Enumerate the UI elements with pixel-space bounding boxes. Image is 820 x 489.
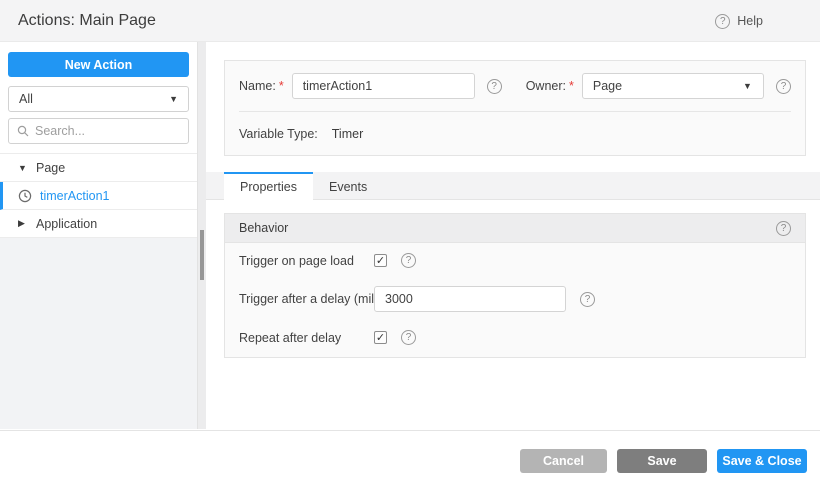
owner-label: Owner: (525, 79, 566, 93)
trigger-on-page-load-checkbox[interactable]: ✓ (374, 254, 387, 267)
owner-dropdown-value: Page (592, 79, 623, 93)
variable-type-row: Variable Type: Timer (239, 127, 791, 141)
tree-group-label: Application (36, 216, 98, 231)
save-button[interactable]: Save (617, 449, 707, 473)
actions-sidebar: New Action All ▼ ▼ Page timerAction1 ▶ A… (0, 42, 197, 429)
expanded-triangle-icon[interactable]: ▼ (18, 163, 28, 173)
required-marker: * (278, 79, 284, 93)
vertical-scrollbar[interactable] (197, 42, 206, 429)
tree-group-label: Page (36, 160, 66, 175)
tab-events[interactable]: Events (313, 172, 383, 199)
help-icon[interactable]: ? (715, 13, 731, 29)
name-help-icon[interactable]: ? (486, 78, 502, 94)
title-bar: Actions: Main Page ? Help (0, 0, 820, 42)
trigger-delay-label: Trigger after a delay (millisec… (239, 292, 374, 306)
save-and-close-button[interactable]: Save & Close (717, 449, 807, 473)
tree-group-application[interactable]: ▶ Application (0, 210, 197, 238)
form-divider (239, 111, 791, 112)
tab-bar: Properties Events (206, 172, 820, 200)
action-form-panel: Name: * ? Owner: * Page ▼ ? Variable Typ… (224, 60, 806, 156)
clock-icon (18, 189, 32, 202)
repeat-after-delay-checkbox[interactable]: ✓ (374, 331, 387, 344)
repeat-after-delay-help-icon[interactable]: ? (401, 330, 416, 345)
collapsed-triangle-icon[interactable]: ▶ (18, 218, 28, 229)
tree-item-timer-action[interactable]: timerAction1 (0, 182, 197, 210)
variable-type-value: Timer (331, 127, 364, 141)
tab-properties[interactable]: Properties (224, 172, 313, 200)
trigger-delay-help-icon[interactable]: ? (580, 291, 595, 307)
trigger-delay-row: Trigger after a delay (millisec… ? (239, 286, 791, 312)
footer-actions: Cancel Save Save & Close (520, 449, 807, 473)
owner-help-icon[interactable]: ? (776, 78, 791, 94)
scrollbar-thumb[interactable] (200, 230, 204, 280)
variable-type-label: Variable Type: (239, 127, 318, 141)
name-input[interactable] (291, 73, 475, 99)
search-box[interactable] (8, 118, 189, 144)
behavior-section: Behavior ? Trigger on page load ✓ ? Trig… (224, 213, 806, 358)
name-label: Name: (239, 79, 276, 93)
repeat-after-delay-label: Repeat after delay (239, 330, 342, 345)
trigger-on-page-load-label: Trigger on page load (239, 253, 354, 268)
footer-divider (0, 430, 820, 431)
cancel-button[interactable]: Cancel (520, 449, 607, 473)
filter-dropdown[interactable]: All ▼ (8, 86, 189, 112)
trigger-delay-input[interactable] (374, 286, 566, 312)
trigger-on-page-load-row: Trigger on page load ✓ ? (239, 253, 791, 268)
name-owner-row: Name: * ? Owner: * Page ▼ ? (225, 61, 805, 99)
behavior-help-icon[interactable]: ? (776, 220, 791, 236)
required-marker: * (569, 79, 574, 93)
search-input[interactable] (35, 124, 180, 138)
help-link[interactable]: ? Help (715, 0, 763, 42)
chevron-down-icon: ▼ (169, 94, 178, 104)
chevron-down-icon: ▼ (743, 81, 752, 91)
filter-dropdown-value: All (19, 92, 33, 106)
page-title: Actions: Main Page (18, 12, 156, 29)
sidebar-empty-area (0, 238, 197, 429)
trigger-on-page-load-help-icon[interactable]: ? (401, 253, 416, 268)
search-icon (17, 125, 29, 137)
behavior-body: Trigger on page load ✓ ? Trigger after a… (225, 243, 805, 355)
editor-panel: Name: * ? Owner: * Page ▼ ? Variable Typ… (206, 42, 820, 430)
new-action-button[interactable]: New Action (8, 52, 189, 77)
help-label: Help (737, 14, 763, 28)
owner-dropdown[interactable]: Page ▼ (581, 73, 764, 99)
tree-item-label: timerAction1 (40, 188, 110, 203)
actions-tree: ▼ Page timerAction1 ▶ Application (0, 153, 197, 238)
repeat-after-delay-row: Repeat after delay ✓ ? (239, 330, 791, 345)
tree-group-page[interactable]: ▼ Page (0, 154, 197, 182)
behavior-header: Behavior ? (225, 214, 805, 243)
behavior-title: Behavior (239, 221, 289, 235)
